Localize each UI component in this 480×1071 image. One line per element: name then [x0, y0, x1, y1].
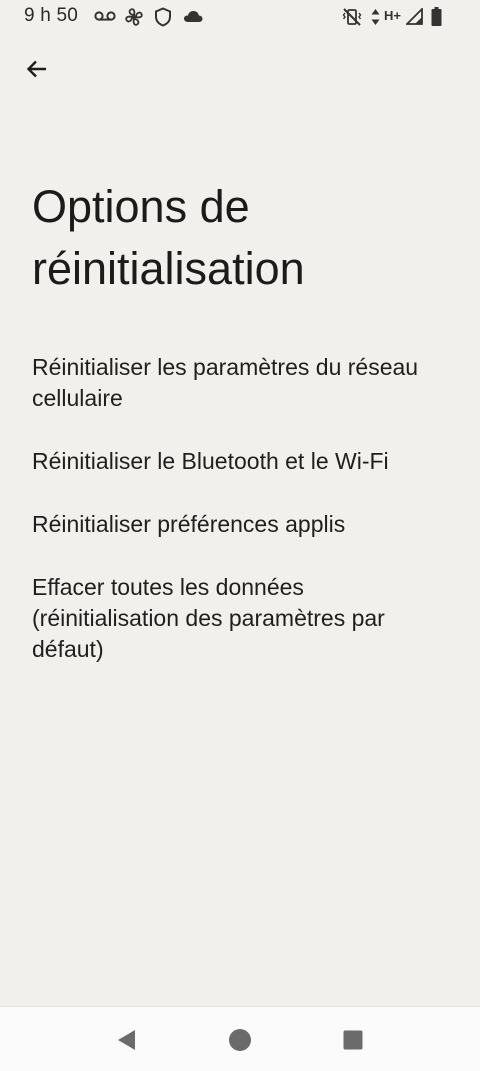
option-reset-app-preferences[interactable]: Réinitialiser préférences applis: [0, 493, 480, 556]
fan-icon: [125, 8, 143, 26]
home-circle-icon: [229, 1029, 251, 1051]
option-factory-reset[interactable]: Effacer toutes les données (réinitialisa…: [0, 556, 480, 681]
nav-back-button[interactable]: [110, 1023, 144, 1057]
vibrate-off-icon: [342, 8, 362, 26]
navigation-bar: [0, 1006, 480, 1071]
option-reset-bluetooth-wifi[interactable]: Réinitialiser le Bluetooth et le Wi-Fi: [0, 430, 480, 493]
nav-home-button[interactable]: [223, 1023, 257, 1057]
signal-icon: [406, 8, 423, 25]
arrow-left-icon: [26, 60, 46, 78]
battery-icon: [431, 7, 442, 26]
cloud-icon: [184, 11, 203, 22]
recents-square-icon: [343, 1030, 363, 1050]
nav-recents-button[interactable]: [336, 1023, 370, 1057]
voicemail-icon: [94, 11, 116, 21]
option-reset-mobile-network[interactable]: Réinitialiser les paramètres du réseau c…: [0, 336, 480, 430]
data-arrows-icon: [371, 9, 380, 25]
back-triangle-icon: [118, 1030, 135, 1050]
shield-icon: [155, 7, 171, 27]
options-list: Réinitialiser les paramètres du réseau c…: [0, 336, 480, 681]
back-button[interactable]: [14, 46, 60, 92]
page-title: Options de réinitialisation: [32, 181, 305, 294]
status-bar: 9 h 50 H+: [0, 0, 480, 34]
status-time: 9 h 50: [24, 5, 79, 26]
network-type-label: H+: [384, 8, 401, 23]
